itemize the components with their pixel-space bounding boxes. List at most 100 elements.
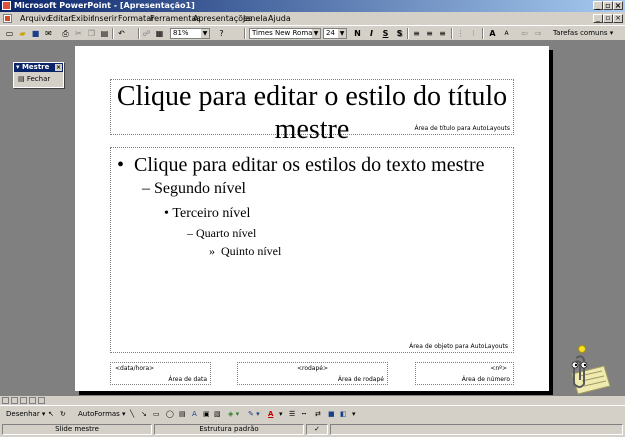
- draw-menu[interactable]: Desenhar ▾: [6, 409, 45, 420]
- menu-exibir[interactable]: Exibir: [71, 13, 94, 24]
- menu-inserir[interactable]: Inserir: [92, 13, 117, 24]
- close-button[interactable]: ×: [613, 1, 623, 10]
- align-center-icon[interactable]: ≡: [424, 28, 435, 39]
- save-icon[interactable]: ■: [30, 28, 41, 39]
- line-icon[interactable]: ╲: [130, 409, 134, 420]
- slide-view-icon[interactable]: [20, 397, 27, 404]
- email-icon[interactable]: ✉: [43, 28, 54, 39]
- font-size-select[interactable]: 24 ▼: [323, 28, 347, 39]
- maximize-button[interactable]: ▫: [603, 1, 613, 10]
- align-right-icon[interactable]: ≡: [437, 28, 448, 39]
- bullet-level-1: • Clique para editar os estilos do texto…: [117, 154, 485, 176]
- increase-font-icon[interactable]: A: [487, 28, 498, 39]
- paste-icon[interactable]: ▤: [99, 28, 110, 39]
- minimize-button[interactable]: _: [593, 1, 603, 10]
- doc-minimize-button[interactable]: _: [593, 14, 603, 23]
- date-placeholder[interactable]: <data/hora> Área de data: [110, 362, 211, 385]
- separator: [244, 28, 246, 39]
- status-view: Slide mestre: [2, 424, 152, 435]
- doc-restore-button[interactable]: ▫: [603, 14, 613, 23]
- autoshapes-menu[interactable]: AutoFormas ▾: [78, 409, 126, 420]
- print-icon[interactable]: ⎙: [60, 28, 71, 39]
- spelling-icon[interactable]: ✓: [306, 424, 328, 435]
- footer-placeholder[interactable]: <rodapé> Área de rodapé: [237, 362, 388, 385]
- bullets-icon[interactable]: ⁝: [468, 28, 479, 39]
- clipart-icon[interactable]: ▣: [203, 409, 210, 420]
- separator: [138, 28, 140, 39]
- wordart-icon[interactable]: A: [192, 409, 197, 420]
- help-icon[interactable]: ?: [216, 28, 227, 39]
- align-left-icon[interactable]: ≡: [411, 28, 422, 39]
- table-icon[interactable]: ▦: [154, 28, 165, 39]
- line-color-icon[interactable]: ✎ ▾: [248, 409, 260, 420]
- master-toolbar-header[interactable]: ▾ Mestre ×: [14, 63, 63, 72]
- slide-sorter-view-icon[interactable]: [29, 397, 36, 404]
- menu-arquivo[interactable]: Arquivo: [20, 13, 51, 24]
- slideshow-view-icon[interactable]: [38, 397, 45, 404]
- underline-button[interactable]: S: [380, 28, 391, 39]
- title-placeholder[interactable]: Clique para editar o estilo do título me…: [110, 79, 514, 145]
- office-assistant-icon[interactable]: [556, 344, 612, 396]
- free-rotate-icon[interactable]: ↻: [60, 409, 66, 420]
- toolbar: ▭ ▰ ■ ✉ ⎙ ✂ ❐ ▤ ↶ ☍ ▦ 81% ▼ ? Times New R…: [0, 25, 625, 41]
- menu-janela[interactable]: Janela: [243, 13, 267, 24]
- shadow-icon[interactable]: ■: [328, 409, 335, 420]
- shadow-button[interactable]: S: [394, 28, 405, 39]
- dash-style-icon[interactable]: ┅: [302, 409, 306, 420]
- separator: [407, 28, 409, 39]
- demote-icon[interactable]: ⇨: [533, 28, 544, 39]
- title-area-label: Área de título para AutoLayouts: [414, 125, 510, 132]
- open-icon[interactable]: ▰: [17, 28, 28, 39]
- new-icon[interactable]: ▭: [4, 28, 15, 39]
- 3d-icon[interactable]: ◧: [340, 409, 347, 420]
- document-icon[interactable]: [3, 14, 12, 23]
- menu-editar[interactable]: Editar: [48, 13, 72, 24]
- numbering-icon[interactable]: ⋮: [455, 28, 466, 39]
- font-color-icon[interactable]: A: [268, 409, 273, 420]
- decrease-font-icon[interactable]: A: [501, 28, 512, 39]
- menu-formatar[interactable]: Formatar: [118, 13, 154, 24]
- status-bar: Slide mestre Estrutura padrão ✓: [0, 422, 625, 437]
- cut-icon[interactable]: ✂: [73, 28, 84, 39]
- arrow-style-icon[interactable]: ⇄: [315, 409, 321, 420]
- copy-icon[interactable]: ❐: [86, 28, 97, 39]
- bullet-level-5: » Quinto nível: [209, 244, 282, 258]
- close-icon[interactable]: ×: [55, 64, 62, 71]
- line-style-icon[interactable]: ☰: [289, 409, 295, 420]
- fill-color-icon[interactable]: ◈ ▾: [228, 409, 239, 420]
- tasks-menu[interactable]: Tarefas comuns ▾: [553, 28, 613, 39]
- separator: [451, 28, 453, 39]
- rectangle-icon[interactable]: ▭: [153, 409, 160, 420]
- undo-icon[interactable]: ↶: [116, 28, 127, 39]
- object-area-label: Área de objeto para AutoLayouts: [409, 343, 508, 350]
- slide[interactable]: Clique para editar o estilo do título me…: [75, 46, 549, 391]
- picture-icon[interactable]: ▧: [214, 409, 221, 420]
- bullet-level-4: – Quarto nível: [187, 226, 257, 240]
- close-master-button[interactable]: ▤ Fechar: [18, 74, 50, 84]
- title-bar: Microsoft PowerPoint - [Apresentação1] _…: [0, 0, 625, 12]
- select-objects-icon[interactable]: ↖: [48, 409, 54, 420]
- bold-button[interactable]: N: [352, 28, 363, 39]
- bullet-level-2: – Segundo nível: [142, 180, 246, 197]
- arrow-icon[interactable]: ↘: [141, 409, 147, 420]
- bullet-level-3: • Terceiro nível: [164, 206, 251, 221]
- hyperlink-icon[interactable]: ☍: [141, 28, 152, 39]
- font-name-select[interactable]: Times New Roman ▼: [249, 28, 321, 39]
- normal-view-icon[interactable]: [2, 397, 9, 404]
- doc-close-button[interactable]: ×: [613, 14, 623, 23]
- separator: [482, 28, 484, 39]
- more-buttons-icon[interactable]: ▾: [352, 409, 356, 420]
- status-empty: [330, 424, 623, 435]
- number-placeholder[interactable]: <nº> Área de número: [415, 362, 514, 385]
- italic-button[interactable]: I: [366, 28, 377, 39]
- oval-icon[interactable]: ◯: [166, 409, 174, 420]
- promote-icon[interactable]: ⇦: [519, 28, 530, 39]
- zoom-select[interactable]: 81% ▼: [170, 28, 210, 39]
- object-placeholder[interactable]: • Clique para editar os estilos do texto…: [110, 147, 514, 353]
- outline-view-icon[interactable]: [11, 397, 18, 404]
- font-color-dropdown-icon[interactable]: ▾: [279, 409, 283, 420]
- menu-ajuda[interactable]: Ajuda: [268, 13, 291, 24]
- view-bar: [0, 396, 625, 405]
- text-box-icon[interactable]: ▤: [179, 409, 186, 420]
- powerpoint-app-icon[interactable]: [2, 1, 11, 10]
